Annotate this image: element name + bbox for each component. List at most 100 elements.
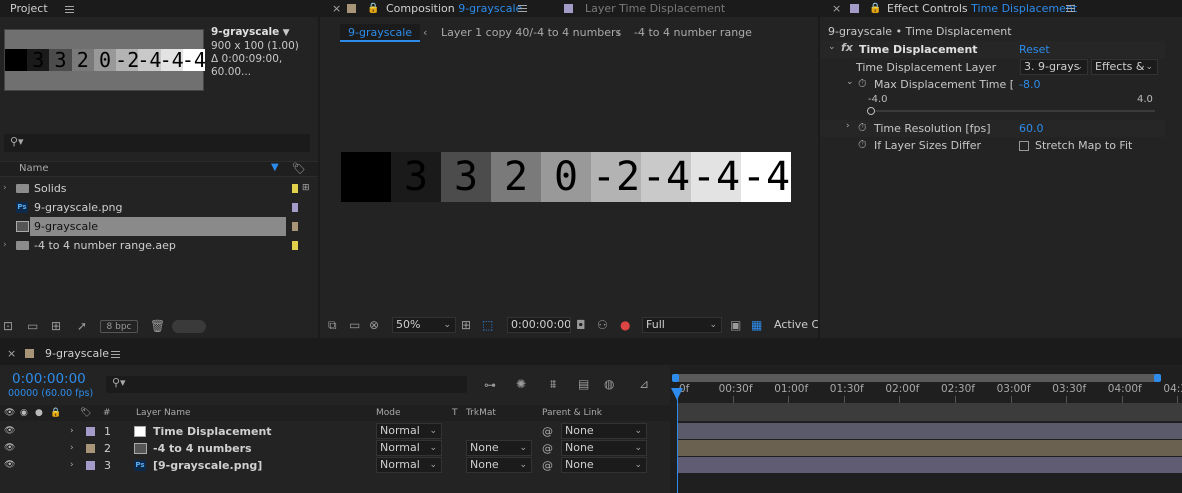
work-area-start-handle[interactable]: [672, 374, 679, 382]
layer-parent-select[interactable]: None ⌄: [561, 423, 647, 439]
label-swatch[interactable]: [292, 222, 298, 231]
layer-source-select[interactable]: Effects & ⌄: [1091, 59, 1158, 75]
color-channel-icon[interactable]: ●: [620, 318, 630, 332]
timeline-menu-icon[interactable]: [111, 351, 120, 358]
pickwhip-icon[interactable]: @: [542, 440, 553, 457]
flowchart-toggle[interactable]: [172, 320, 206, 333]
reset-button[interactable]: Reset: [1019, 43, 1050, 56]
expand-arrow-icon[interactable]: ›: [846, 121, 850, 131]
layer-label-swatch[interactable]: [86, 444, 95, 453]
resolution-select[interactable]: Full ⌄: [642, 317, 722, 333]
layer-row[interactable]: 👁 › 3 Ps [9-grayscale.png] Normal ⌄ None ⌄…: [0, 457, 670, 474]
fx-icon[interactable]: fx: [841, 41, 853, 54]
new-composition-icon[interactable]: ⊞: [51, 319, 61, 333]
eye-icon[interactable]: 👁: [4, 405, 15, 421]
close-icon[interactable]: ×: [832, 0, 841, 17]
trash-icon[interactable]: 🗑: [150, 319, 165, 333]
layer-name[interactable]: Time Displacement: [153, 423, 272, 440]
effect-controls-menu-icon[interactable]: [1066, 5, 1075, 12]
interpret-footage-icon[interactable]: ⊡: [3, 319, 13, 333]
layer-name[interactable]: [9-grayscale.png]: [153, 457, 262, 474]
current-time-field[interactable]: 0:00:00:00: [507, 317, 571, 333]
layer-bar[interactable]: [677, 457, 1182, 473]
param-max-displacement-value[interactable]: -8.0: [1019, 78, 1040, 91]
col-trkmat[interactable]: TrkMat: [466, 405, 496, 421]
slider-handle[interactable]: [867, 107, 875, 115]
layer-bar[interactable]: [677, 423, 1182, 439]
list-item-selected[interactable]: 9-grayscale: [0, 217, 318, 236]
transparency-grid-icon[interactable]: ⬚: [482, 318, 493, 332]
expand-arrow-icon[interactable]: ⌄: [846, 77, 854, 87]
snapshot-camera-icon[interactable]: ◘: [576, 318, 586, 332]
solo-icon[interactable]: ●: [35, 405, 43, 421]
layer-mode-select[interactable]: Normal ⌄: [376, 423, 442, 439]
project-tab[interactable]: Project: [0, 0, 318, 17]
active-camera-select[interactable]: Active C: [774, 318, 818, 331]
new-folder-icon[interactable]: ▭: [27, 319, 38, 333]
col-parent[interactable]: Parent & Link: [542, 405, 602, 421]
work-area-bar[interactable]: [676, 374, 1158, 382]
monitor-icon[interactable]: ▭: [349, 318, 360, 332]
region-of-interest-icon[interactable]: ⊞: [461, 318, 471, 332]
label-tag-icon[interactable]: 🏷: [80, 405, 91, 421]
timeline-current-time[interactable]: 0:00:00:00: [12, 371, 86, 387]
layer-parent-select[interactable]: None ⌄: [561, 457, 647, 473]
tab-layer[interactable]: Layer Time Displacement: [585, 0, 725, 17]
audio-icon[interactable]: ◉: [20, 405, 28, 421]
close-icon[interactable]: ×: [7, 343, 16, 365]
col-layer-name[interactable]: Layer Name: [136, 405, 191, 421]
layer-mode-select[interactable]: Normal ⌄: [376, 440, 442, 456]
zoom-select[interactable]: 50% ⌄: [392, 317, 456, 333]
pickwhip-icon[interactable]: @: [542, 423, 553, 440]
param-time-resolution-value[interactable]: 60.0: [1019, 122, 1044, 135]
label-tag-icon[interactable]: 🏷: [292, 162, 306, 175]
chevron-down-icon[interactable]: ▼: [283, 28, 290, 38]
eye-icon[interactable]: 👁: [4, 440, 15, 457]
stopwatch-icon[interactable]: ⏱: [858, 138, 867, 152]
lock-icon[interactable]: 🔒: [869, 0, 881, 17]
graph-editor-icon[interactable]: ⊿: [639, 377, 649, 391]
expand-arrow-icon[interactable]: ›: [70, 440, 74, 457]
close-icon[interactable]: ×: [332, 0, 341, 17]
timeline-search-input[interactable]: ⚲▾: [106, 376, 467, 393]
label-swatch[interactable]: [292, 241, 298, 250]
slider-track[interactable]: [871, 110, 1155, 112]
mask-visibility-icon[interactable]: ⊗: [369, 318, 379, 332]
list-item[interactable]: › -4 to 4 number range.aep: [0, 236, 318, 255]
layer-trkmat-select[interactable]: None ⌄: [466, 440, 532, 456]
layer-mode-select[interactable]: Normal ⌄: [376, 457, 442, 473]
pickwhip-icon[interactable]: @: [542, 457, 553, 474]
displacement-layer-select[interactable]: 3. 9-grays ⌄: [1020, 59, 1088, 75]
work-area-end-handle[interactable]: [1154, 374, 1161, 382]
comp-mini-flowchart-icon[interactable]: ⊶: [484, 378, 496, 392]
always-preview-icon[interactable]: ⧉: [328, 318, 337, 332]
label-swatch[interactable]: [292, 203, 298, 212]
breadcrumb-item-active[interactable]: 9-grayscale: [340, 24, 421, 42]
layer-row[interactable]: 👁 › 1 Time Displacement Normal ⌄ @ None ⌄: [0, 423, 670, 440]
draft-3d-icon[interactable]: ✺: [516, 377, 526, 391]
show-snapshot-icon[interactable]: ⚇: [597, 318, 608, 332]
fast-previews-icon[interactable]: ▣: [730, 318, 741, 332]
eye-icon[interactable]: 👁: [4, 457, 15, 474]
column-name-label[interactable]: Name: [19, 163, 49, 174]
col-mode[interactable]: Mode: [376, 405, 401, 421]
layer-label-swatch[interactable]: [86, 461, 95, 470]
transparency-toggle-icon[interactable]: ▦: [751, 318, 762, 332]
tab-timeline-name[interactable]: 9-grayscale: [45, 343, 109, 365]
composition-viewer[interactable]: 3 3 2 0 -2 -4 -4 -4: [322, 46, 816, 312]
collapse-arrow-icon[interactable]: ⌄: [828, 42, 836, 52]
stopwatch-icon[interactable]: ⏱: [858, 121, 867, 135]
eye-icon[interactable]: 👁: [4, 423, 15, 440]
bpc-button[interactable]: 8 bpc: [100, 320, 138, 333]
expand-arrow-icon[interactable]: ›: [70, 423, 74, 440]
expand-arrow-icon[interactable]: ›: [3, 179, 7, 198]
lock-icon[interactable]: 🔒: [50, 405, 61, 421]
shy-layers-icon[interactable]: ⩩: [550, 377, 556, 391]
layer-label-swatch[interactable]: [86, 427, 95, 436]
project-search-input[interactable]: ⚲▾: [4, 134, 310, 152]
expand-arrow-icon[interactable]: ›: [70, 457, 74, 474]
project-menu-icon[interactable]: [65, 5, 75, 13]
tab-composition[interactable]: Composition 9-grayscale: [386, 0, 522, 17]
stretch-map-checkbox[interactable]: [1019, 141, 1029, 151]
breadcrumb-item[interactable]: -4 to 4 number range: [634, 26, 752, 39]
